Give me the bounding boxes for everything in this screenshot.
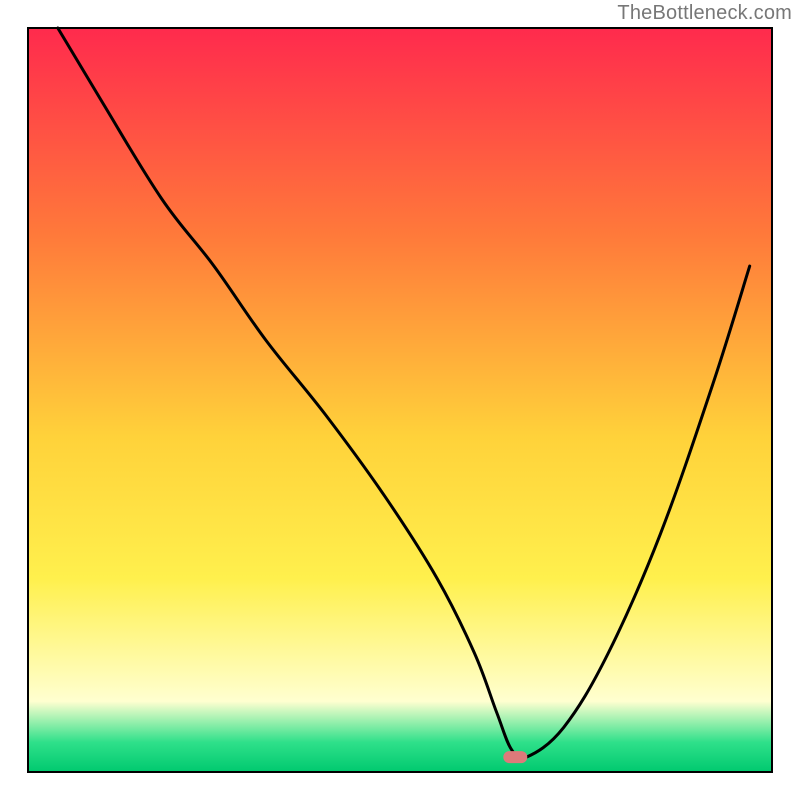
watermark-text: TheBottleneck.com: [617, 2, 792, 25]
bottleneck-chart: TheBottleneck.com: [0, 0, 800, 800]
chart-canvas: [0, 0, 800, 800]
optimal-marker: [503, 751, 527, 763]
plot-background: [28, 28, 772, 772]
